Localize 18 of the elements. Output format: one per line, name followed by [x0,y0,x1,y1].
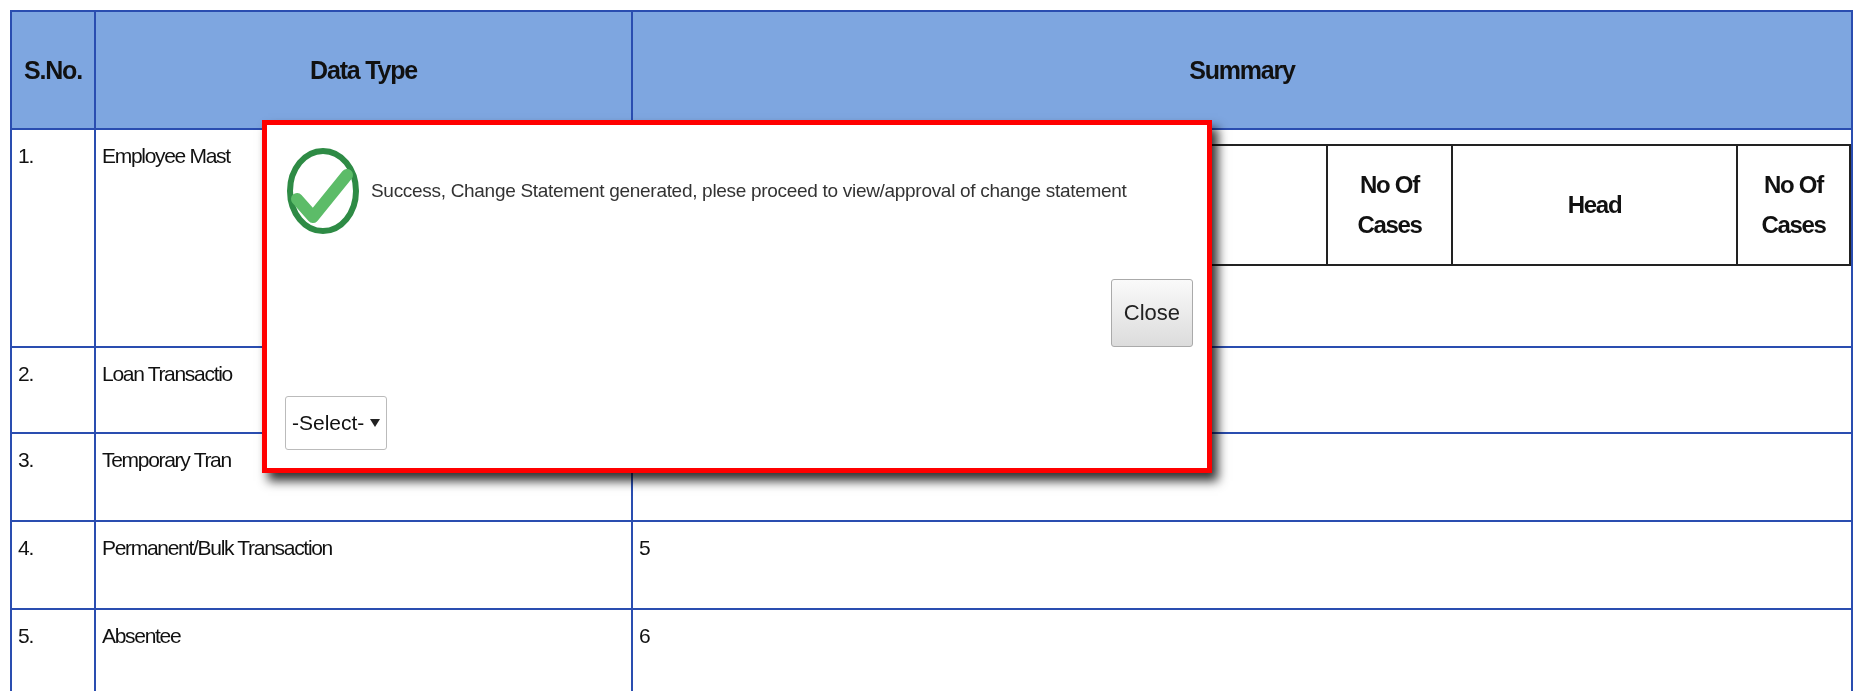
column-header: S.No. [11,11,95,129]
table-cell: 5. [11,609,95,691]
select-dropdown[interactable]: -Select- [285,396,388,450]
close-button[interactable]: Close [1110,279,1193,347]
table-cell: 4. [11,521,95,609]
table-cell: 3. [11,433,95,521]
table-cell-text: 5 [638,536,650,559]
check-circle-icon [285,147,361,235]
caret-icon [370,418,381,428]
table-cell-text: 6 [638,624,650,647]
table-cell: 2. [11,347,95,433]
column-header: No Of Cases [1737,145,1850,265]
table-cell: 1. [11,129,95,347]
table-cell: Permanent/Bulk Transaction [95,521,632,609]
column-header: Data Type [95,11,632,129]
column-header: Summary [632,11,1852,129]
column-header: Head [1452,145,1737,265]
column-header: No Of Cases [1327,145,1452,265]
